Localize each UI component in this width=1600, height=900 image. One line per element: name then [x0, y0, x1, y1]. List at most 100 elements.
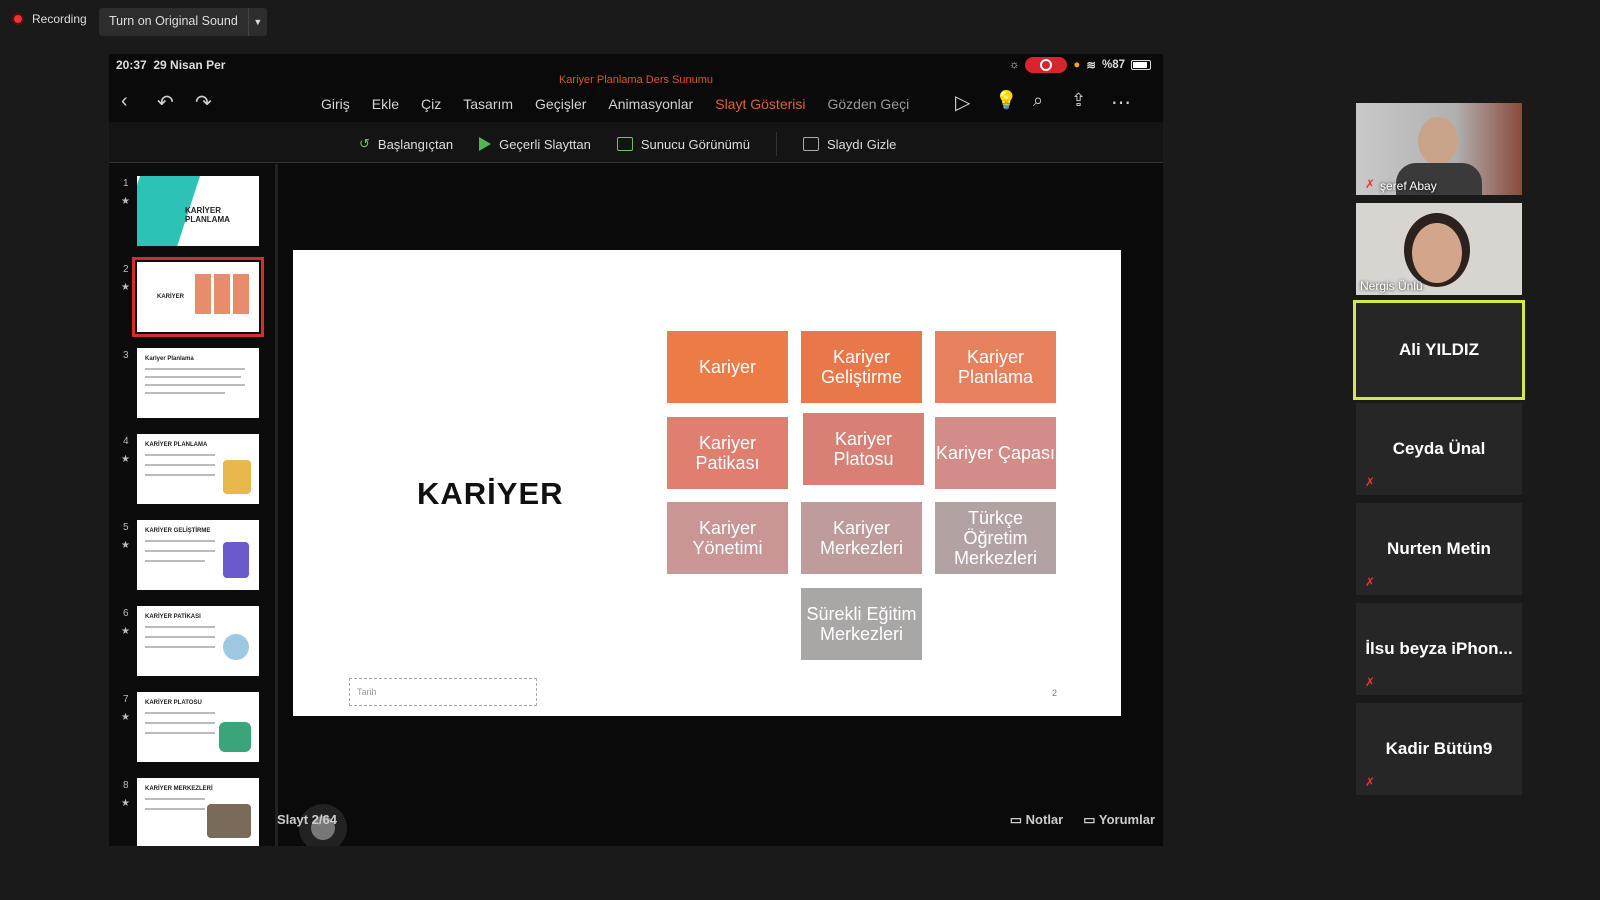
- thumb-text-line: [145, 384, 245, 386]
- document-title: Kariyer Planlama Ders Sunumu: [558, 74, 714, 86]
- concept-box: Kariyer Platosu: [803, 413, 924, 485]
- concept-box: Kariyer Patikası: [667, 417, 788, 489]
- notes-button[interactable]: ▭ Notlar: [1010, 812, 1063, 828]
- thumb-number: 8: [123, 780, 129, 791]
- thumbnail-8[interactable]: KARİYER MERKEZLERİ: [137, 778, 259, 846]
- tab-ciz[interactable]: Çiz: [421, 96, 441, 112]
- lightbulb-icon[interactable]: 💡: [995, 90, 1017, 111]
- more-icon[interactable]: ⋯: [1111, 90, 1131, 115]
- back-icon[interactable]: ‹: [121, 90, 128, 113]
- thumb-text-line: [145, 732, 215, 734]
- slide-page-number: 2: [1051, 688, 1057, 698]
- tab-animasyonlar[interactable]: Animasyonlar: [608, 96, 693, 112]
- presenter-view-button[interactable]: Sunucu Görünümü: [616, 137, 750, 152]
- battery-percent: %87: [1101, 59, 1125, 71]
- tab-tasarim[interactable]: Tasarım: [463, 96, 513, 112]
- app-toolbar: ‹ ↶ ↷ Giriş Ekle Çiz Tasarım Geçişler An…: [109, 86, 1163, 120]
- concept-box: Kariyer Çapası: [935, 417, 1056, 489]
- thumb-text-line: [145, 368, 245, 370]
- thumbnail-5[interactable]: KARİYER GELİŞTİRME: [137, 520, 259, 590]
- ios-status-bar: 20:37 29 Nisan Per ☼ ● ≋ %87: [109, 54, 1163, 76]
- mic-muted-icon: ✗: [1365, 475, 1376, 489]
- concept-box: Kariyer Geliştirme: [801, 331, 922, 403]
- participant-tile[interactable]: İlsu beyza iPhon... ✗: [1356, 603, 1522, 695]
- thumbnail-2[interactable]: KARİYER: [132, 257, 264, 337]
- star-icon: ★: [121, 282, 130, 293]
- slideshow-ribbon: ↺ Başlangıçtan Geçerli Slayttan Sunucu Gö…: [109, 122, 1163, 162]
- thumb-title: Kariyer Planlama: [145, 356, 194, 362]
- screen-record-pill: [1025, 57, 1068, 73]
- notes-icon: ▭: [1009, 812, 1026, 827]
- concept-box: Türkçe Öğretim Merkezleri: [935, 502, 1056, 574]
- participant-tile[interactable]: Kadir Bütün9 ✗: [1356, 703, 1522, 795]
- notes-label: Notlar: [1025, 812, 1064, 827]
- from-current-label: Geçerli Slayttan: [499, 136, 591, 152]
- tab-gecisler[interactable]: Geçişler: [535, 96, 586, 112]
- hide-slide-icon: [802, 137, 819, 151]
- concept-box: Kariyer: [667, 331, 788, 403]
- participant-tile-active-speaker[interactable]: Ali YILDIZ: [1353, 300, 1525, 400]
- participant-tile[interactable]: Nergis Ünlü: [1356, 203, 1522, 295]
- participant-tile[interactable]: ✗ şeref Abay: [1356, 103, 1522, 195]
- thumb-illustration: [223, 460, 251, 494]
- thumb-title: KARİYER PLATOSU: [145, 700, 202, 706]
- participant-name: Kadir Bütün9: [1385, 739, 1493, 758]
- original-sound-button[interactable]: Turn on Original Sound ▼: [99, 8, 267, 36]
- hide-slide-button[interactable]: Slaydı Gizle: [802, 137, 896, 152]
- tab-ekle[interactable]: Ekle: [372, 96, 399, 112]
- undo-icon[interactable]: ↶: [157, 90, 174, 115]
- share-icon[interactable]: ⇪: [1071, 90, 1086, 111]
- comments-label: Yorumlar: [1098, 812, 1155, 827]
- ribbon-tabs: Giriş Ekle Çiz Tasarım Geçişler Animasyo…: [321, 96, 909, 112]
- participant-tile[interactable]: Ceyda Ünal ✗: [1356, 403, 1522, 495]
- thumbnail-6[interactable]: KARİYER PATİKASI: [137, 606, 259, 676]
- thumbnail-3[interactable]: Kariyer Planlama: [137, 348, 259, 418]
- brightness-icon: ☼: [1008, 59, 1020, 71]
- tab-gozden-gecir[interactable]: Gözden Geçi: [827, 96, 909, 112]
- from-beginning-label: Başlangıçtan: [377, 136, 454, 152]
- comments-button[interactable]: ▭ Yorumlar: [1083, 812, 1155, 828]
- search-icon[interactable]: ⌕: [1033, 90, 1043, 111]
- chevron-down-icon[interactable]: ▼: [247, 8, 267, 36]
- thumb-illustration: [223, 634, 249, 660]
- thumb-illustration: [223, 542, 249, 578]
- from-beginning-button[interactable]: ↺ Başlangıçtan: [359, 136, 453, 152]
- current-slide[interactable]: KARİYER Kariyer Kariyer Geliştirme Kariy…: [293, 250, 1121, 716]
- thumb-title: KARİYER MERKEZLERİ: [145, 786, 213, 792]
- status-time: 20:37: [116, 58, 147, 72]
- thumb-number: 2: [123, 264, 129, 275]
- date-placeholder[interactable]: Tarih: [349, 678, 537, 706]
- thumb-title: KARİYER PLANLAMA: [145, 442, 208, 448]
- slide-counter: Slayt 2/64: [277, 812, 337, 827]
- star-icon: ★: [121, 712, 130, 723]
- thumb-text-line: [145, 636, 215, 638]
- thumb-text-line: [145, 464, 215, 466]
- thumb-number: 4: [123, 436, 129, 447]
- comment-icon: ▭: [1083, 812, 1099, 827]
- thumbnail-7[interactable]: KARİYER PLATOSU: [137, 692, 259, 762]
- star-icon: ★: [121, 454, 130, 465]
- participant-name: İlsu beyza iPhon...: [1365, 639, 1513, 658]
- thumb-title: KARİYER GELİŞTİRME: [145, 528, 211, 534]
- participant-tile[interactable]: Nurten Metin ✗: [1356, 503, 1522, 595]
- thumb-text-line: [145, 626, 215, 628]
- thumbnail-1[interactable]: KARİYER PLANLAMA: [137, 176, 259, 246]
- thumb-grid: [195, 274, 249, 314]
- play-green-icon: [479, 137, 492, 151]
- thumb-text-line: [145, 712, 215, 714]
- redo-icon[interactable]: ↷: [195, 90, 212, 115]
- thumbnail-4[interactable]: KARİYER PLANLAMA: [137, 434, 259, 504]
- tab-giris[interactable]: Giriş: [321, 96, 350, 112]
- participant-face: [1412, 223, 1462, 283]
- from-current-button[interactable]: Geçerli Slayttan: [479, 137, 591, 152]
- status-bar: Slayt 2/64 ▭ Notlar ▭ Yorumlar: [277, 796, 1163, 846]
- play-icon[interactable]: ▷: [955, 90, 970, 115]
- replay-icon: ↺: [359, 136, 370, 151]
- slide-title: KARİYER: [417, 476, 564, 511]
- tab-slayt-gosterisi[interactable]: Slayt Gösterisi: [715, 96, 805, 112]
- thumb-text-line: [145, 560, 205, 562]
- thumb-number: 6: [123, 608, 129, 619]
- thumb-text-line: [145, 798, 205, 800]
- toolbar-divider: [109, 162, 1163, 163]
- participant-name: Nurten Metin: [1387, 539, 1491, 558]
